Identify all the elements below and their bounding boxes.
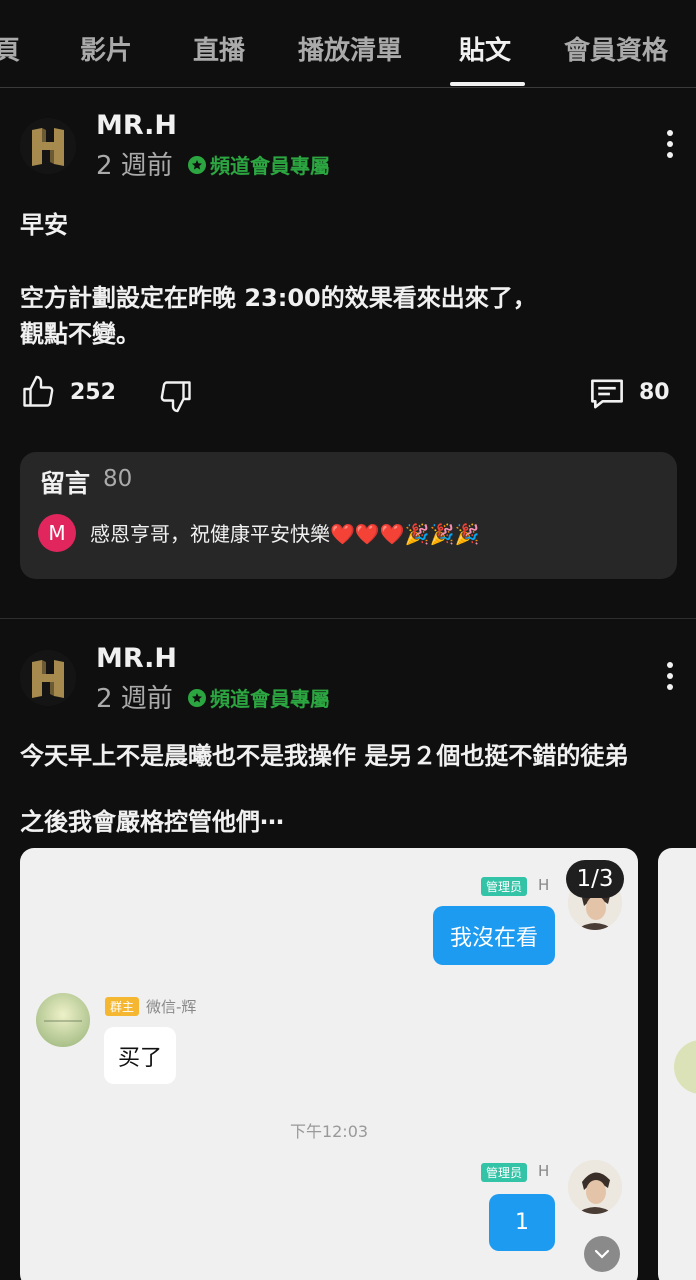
chat-username: 微信-辉 [146, 998, 197, 1016]
chat-username: H [538, 1162, 550, 1180]
owner-tag: 群主 [105, 997, 140, 1016]
chat-avatar [36, 993, 90, 1047]
post-text-line: 之後我會嚴格控管他們⋯ [20, 808, 284, 836]
chat-timestamp: 下午12:03 [289, 1122, 369, 1141]
chevron-down-icon [584, 1236, 620, 1272]
chat-bubble: 1 [489, 1194, 555, 1251]
post-card: MR.H 2 週前 頻道會員專屬 今天早上不是晨曦也不是我操作 是另２個也挺不錯… [0, 0, 696, 1280]
members-only-badge: 頻道會員專屬 [188, 683, 330, 712]
chat-bubble: 买了 [104, 1027, 176, 1084]
post-time: 2 週前 [96, 684, 173, 714]
post-author[interactable]: MR.H [96, 643, 177, 674]
post-image[interactable]: 管理员 H 我沒在看 群主 微信-辉 买了 下午12:03 管理员 H 1 [20, 848, 638, 1280]
members-only-label: 頻道會員專屬 [210, 687, 330, 711]
chat-avatar [568, 1160, 622, 1214]
h-logo-icon [20, 650, 76, 706]
admin-tag: 管理员 [481, 1163, 528, 1182]
chat-username: H [538, 876, 550, 894]
next-image-peek[interactable] [658, 848, 696, 1280]
chat-bubble: 我沒在看 [433, 906, 555, 965]
image-counter: 1/3 [566, 860, 624, 898]
post-text-line: 今天早上不是晨曦也不是我操作 是另２個也挺不錯的徒弟 [20, 742, 629, 770]
channel-avatar[interactable] [20, 650, 76, 706]
more-options-icon[interactable] [660, 658, 680, 694]
star-badge-icon [188, 688, 206, 707]
admin-tag: 管理员 [481, 877, 528, 896]
chat-avatar [674, 1040, 696, 1094]
